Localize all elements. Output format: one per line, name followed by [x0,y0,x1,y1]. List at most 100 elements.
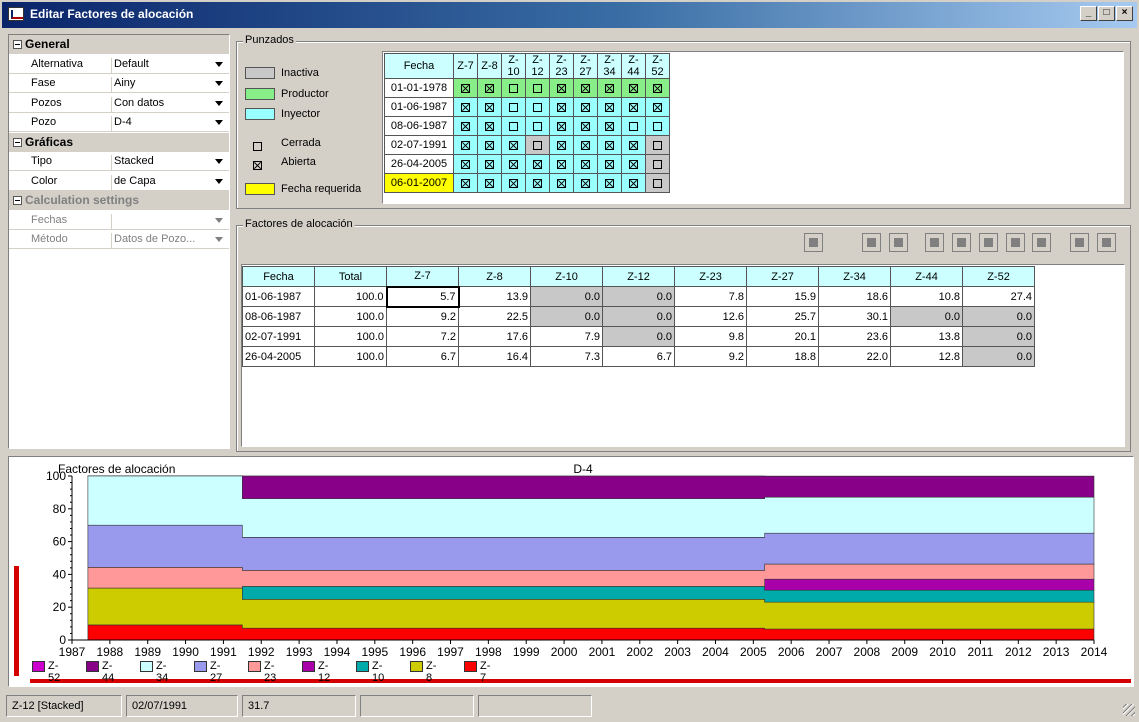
factores-value-cell[interactable]: 6.7 [602,346,675,367]
punzados-cell[interactable] [597,116,622,136]
punzados-cell[interactable] [549,78,574,98]
punzados-cell[interactable] [501,154,526,174]
punzados-cell[interactable] [525,154,550,174]
open-checkbox-icon[interactable] [557,83,566,93]
open-checkbox-icon[interactable] [629,140,638,150]
factores-value-cell[interactable]: 27.4 [962,286,1035,307]
factores-value-cell[interactable]: 0.0 [962,306,1035,327]
properties-icon[interactable] [804,233,823,252]
open-checkbox-icon[interactable] [581,121,590,131]
punzados-cell[interactable] [477,78,502,98]
factores-value-cell[interactable]: 25.7 [746,306,819,327]
sort-az-icon[interactable] [1070,233,1089,252]
property-row[interactable]: Pozo D-4 [9,113,229,132]
factores-value-cell[interactable]: 18.8 [746,346,819,367]
punzados-date-cell[interactable]: 01-06-1987 [384,97,454,117]
punzados-cell[interactable] [621,173,646,193]
property-row[interactable]: Pozos Con datos [9,94,229,113]
add-row-icon[interactable] [925,233,944,252]
closed-checkbox-icon[interactable] [629,121,638,131]
punzados-cell[interactable] [573,173,598,193]
open-checkbox-icon[interactable] [581,159,590,169]
closed-checkbox-icon[interactable] [653,178,662,188]
open-checkbox-icon[interactable] [605,178,614,188]
open-checkbox-icon[interactable] [461,140,470,150]
property-value[interactable]: Ainy [111,77,229,93]
closed-checkbox-icon[interactable] [533,121,542,131]
punzados-cell[interactable] [501,78,526,98]
punzados-cell[interactable] [645,97,670,117]
closed-checkbox-icon[interactable] [509,83,518,93]
open-checkbox-icon[interactable] [461,83,470,93]
punzados-date-cell[interactable]: 02-07-1991 [384,135,454,155]
factores-value-cell[interactable]: 0.0 [602,286,675,307]
punzados-cell[interactable] [597,154,622,174]
punzados-cell[interactable] [501,135,526,155]
collapse-icon[interactable] [13,137,22,147]
property-row[interactable]: Fase Ainy [9,74,229,93]
punzados-cell[interactable] [549,116,574,136]
factores-value-cell[interactable]: 13.8 [890,326,963,347]
open-checkbox-icon[interactable] [581,83,590,93]
factores-value-cell[interactable]: 22.0 [818,346,891,367]
factores-value-cell[interactable]: 7.2 [386,326,459,347]
factores-value-cell[interactable]: 0.0 [602,326,675,347]
factores-value-cell[interactable]: 0.0 [530,306,603,327]
factores-value-cell[interactable]: 18.6 [818,286,891,307]
closed-checkbox-icon[interactable] [653,140,662,150]
property-row[interactable]: Tipo Stacked [9,152,229,171]
factores-value-cell[interactable]: 6.7 [386,346,459,367]
camera-icon[interactable] [1097,233,1116,252]
insert-left-icon[interactable] [952,233,971,252]
closed-checkbox-icon[interactable] [653,159,662,169]
punzados-cell[interactable] [597,135,622,155]
punzados-cell[interactable] [573,154,598,174]
minimize-button[interactable]: _ [1080,6,1097,21]
punzados-date-cell[interactable]: 06-01-2007 [384,173,454,193]
punzados-cell[interactable] [597,173,622,193]
dropdown-arrow-icon[interactable] [215,159,223,164]
open-checkbox-icon[interactable] [557,102,566,112]
factores-table[interactable]: Fecha Total Z-7 Z-8 Z-10 Z-12 Z-23 Z-27 Z-34 Z-44… [242,266,1035,367]
collapse-icon[interactable] [13,40,22,49]
factores-value-cell[interactable]: 15.9 [746,286,819,307]
open-checkbox-icon[interactable] [509,178,518,188]
open-checkbox-icon[interactable] [557,121,566,131]
factores-value-cell[interactable]: 9.2 [674,346,747,367]
open-checkbox-icon[interactable] [485,178,494,188]
open-checkbox-icon[interactable] [485,159,494,169]
punzados-cell[interactable] [573,116,598,136]
open-checkbox-icon[interactable] [605,121,614,131]
page-icon[interactable] [862,233,881,252]
maximize-button[interactable]: □ [1098,6,1115,21]
open-checkbox-icon[interactable] [485,102,494,112]
punzados-cell[interactable] [525,78,550,98]
punzados-cell[interactable] [453,154,478,174]
factores-value-cell[interactable]: 7.9 [530,326,603,347]
punzados-cell[interactable] [453,97,478,117]
open-checkbox-icon[interactable] [533,178,542,188]
property-row[interactable]: Color de Capa [9,172,229,191]
closed-checkbox-icon[interactable] [653,121,662,131]
punzados-date-cell[interactable]: 08-06-1987 [384,116,454,136]
punzados-cell[interactable] [453,135,478,155]
open-checkbox-icon[interactable] [653,83,662,93]
open-checkbox-icon[interactable] [605,140,614,150]
factores-value-cell[interactable]: 0.0 [530,286,603,307]
collapse-icon[interactable] [13,196,22,205]
punzados-cell[interactable] [525,116,550,136]
punzados-cell[interactable] [645,154,670,174]
punzados-cell[interactable] [453,116,478,136]
punzados-cell[interactable] [621,154,646,174]
factores-value-cell[interactable]: 10.8 [890,286,963,307]
open-checkbox-icon[interactable] [557,140,566,150]
close-button[interactable]: × [1116,6,1133,21]
dropdown-arrow-icon[interactable] [215,178,223,184]
open-checkbox-icon[interactable] [485,83,494,93]
punzados-cell[interactable] [501,116,526,136]
open-checkbox-icon[interactable] [461,121,470,131]
punzados-cell[interactable] [453,173,478,193]
open-checkbox-icon[interactable] [509,159,518,169]
factores-value-cell[interactable]: 0.0 [962,326,1035,347]
punzados-date-cell[interactable]: 01-01-1978 [384,78,454,98]
